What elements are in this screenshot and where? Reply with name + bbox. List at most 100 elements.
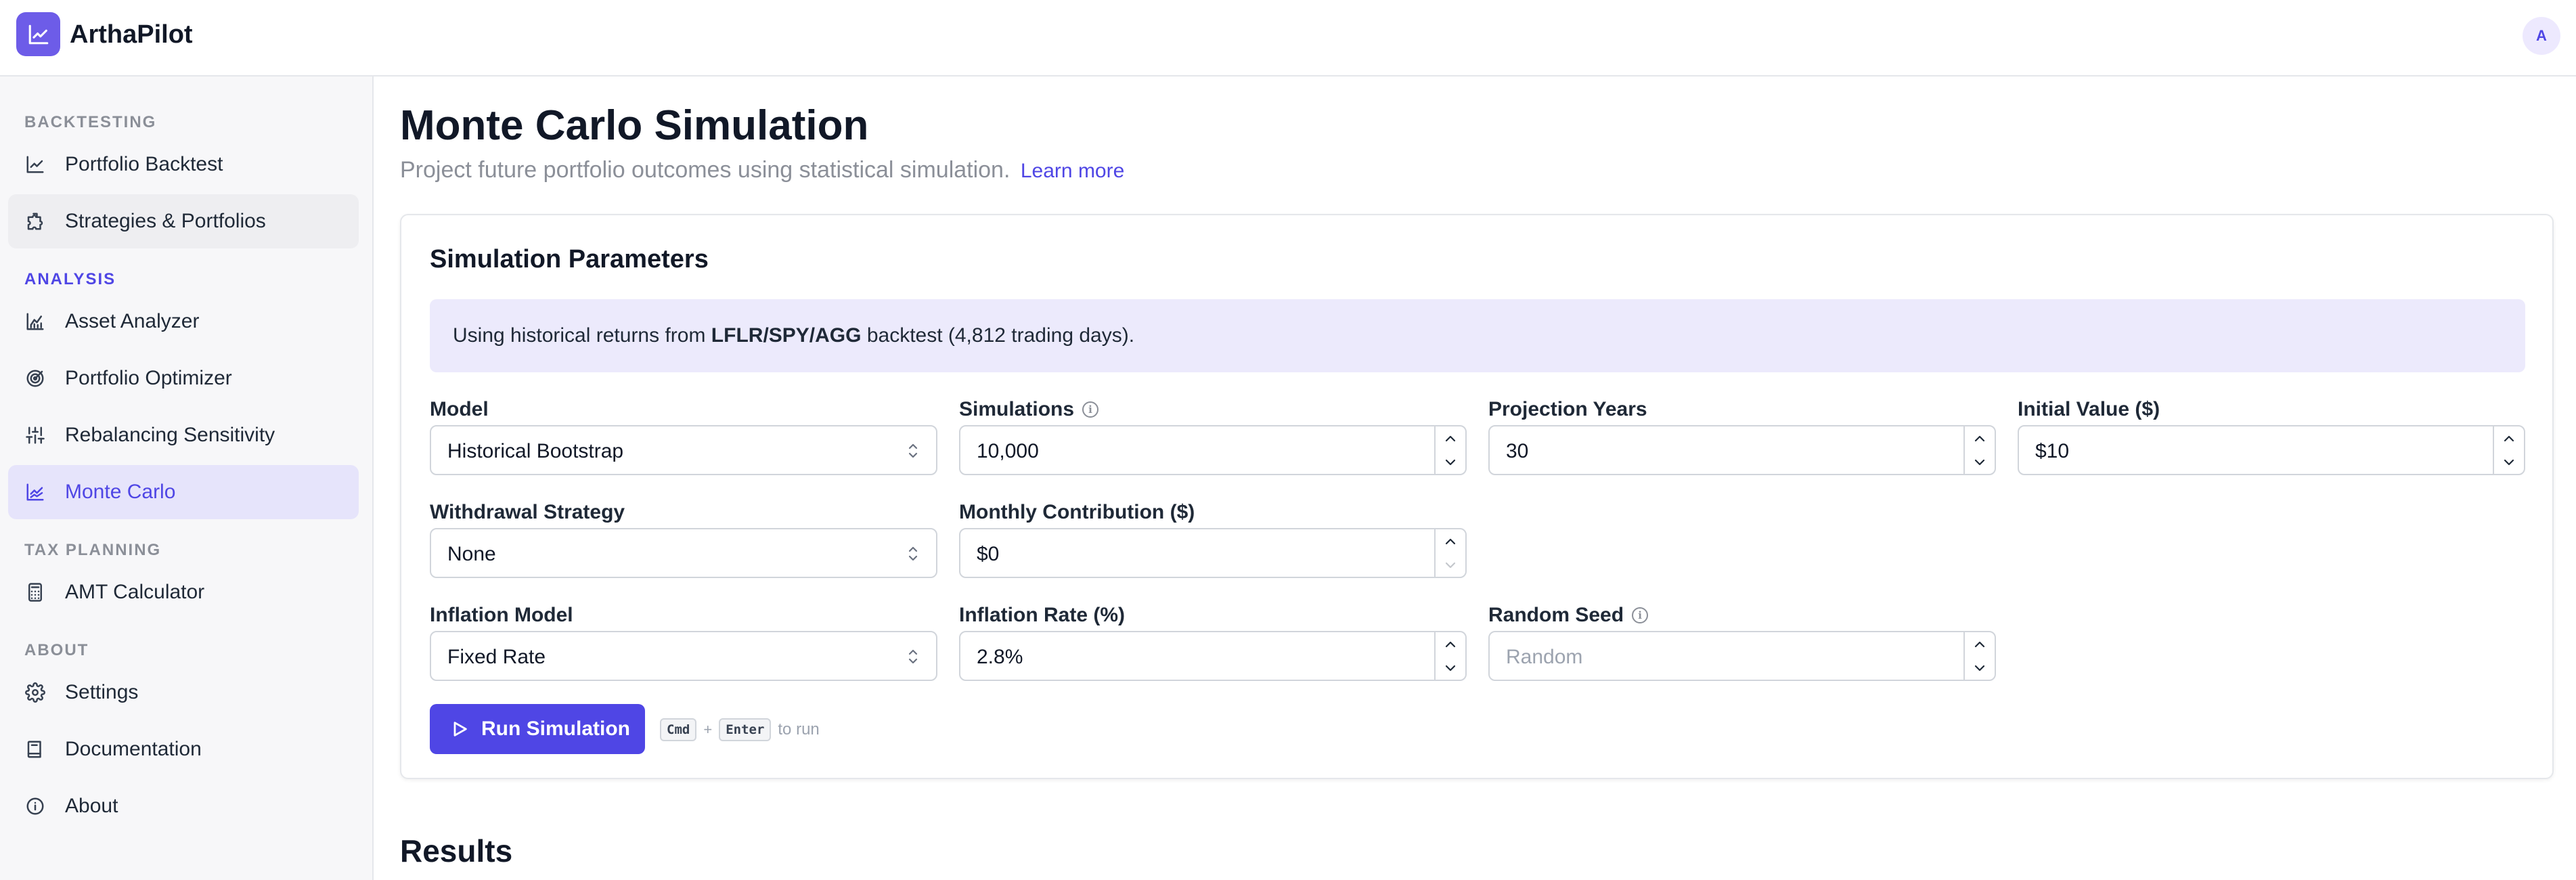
sidebar-item-portfolio-backtest[interactable]: Portfolio Backtest	[8, 137, 359, 192]
increment-icon[interactable]	[1436, 529, 1465, 553]
inflation-model-label: Inflation Model	[430, 604, 573, 627]
monthly-contribution-label: Monthly Contribution ($)	[959, 501, 1195, 524]
random-seed-input[interactable]: Random	[1488, 631, 1996, 681]
increment-icon[interactable]	[2494, 426, 2524, 450]
app-logo-icon[interactable]	[16, 12, 60, 56]
inflation-rate-input[interactable]: 2.8%	[959, 631, 1467, 681]
random-seed-placeholder: Random	[1506, 646, 1583, 668]
sidebar-item-portfolio-optimizer[interactable]: Portfolio Optimizer	[8, 351, 359, 405]
inflation-model-select[interactable]: Fixed Rate	[430, 631, 937, 681]
monthly-contribution-input[interactable]: $0	[959, 528, 1467, 578]
page-title: Monte Carlo Simulation	[400, 102, 869, 149]
random-seed-label: Random Seed i	[1488, 604, 1649, 627]
monthly-contribution-label-text: Monthly Contribution ($)	[959, 501, 1195, 523]
learn-more-link[interactable]: Learn more	[1021, 160, 1124, 182]
page-subtitle: Project future portfolio outcomes using …	[400, 157, 1124, 183]
monthly-contribution-stepper	[1434, 529, 1465, 577]
inflation-rate-label: Inflation Rate (%)	[959, 604, 1125, 627]
withdrawal-strategy-value: None	[447, 543, 496, 565]
initial-value-stepper	[2493, 426, 2524, 474]
initial-value-label: Initial Value ($)	[2018, 398, 2160, 421]
simulations-value: 10,000	[977, 440, 1039, 462]
random-seed-label-text: Random Seed	[1488, 604, 1624, 626]
results-heading: Results	[400, 833, 513, 868]
sliders-icon	[24, 424, 46, 446]
model-label: Model	[430, 398, 489, 421]
sidebar-section-tax-planning: TAX PLANNING	[24, 541, 162, 559]
info-icon[interactable]: i	[1082, 401, 1099, 418]
decrement-icon[interactable]	[1965, 450, 1995, 474]
initial-value-label-text: Initial Value ($)	[2018, 398, 2160, 420]
kbd-plus: +	[703, 721, 713, 738]
run-simulation-button[interactable]: Run Simulation	[430, 704, 645, 754]
model-select-value: Historical Bootstrap	[447, 440, 624, 462]
chevron-updown-icon	[908, 546, 918, 561]
sidebar-item-label: Asset Analyzer	[65, 310, 200, 332]
simulations-input[interactable]: 10,000	[959, 425, 1467, 475]
projection-years-input[interactable]: 30	[1488, 425, 1996, 475]
decrement-icon[interactable]	[1436, 553, 1465, 577]
play-icon	[453, 722, 467, 736]
decrement-icon[interactable]	[1965, 656, 1995, 680]
historical-returns-banner: Using historical returns from LFLR/SPY/A…	[430, 299, 2525, 372]
chevron-updown-icon	[908, 443, 918, 458]
sidebar-item-about[interactable]: About	[8, 779, 359, 833]
increment-icon[interactable]	[1436, 426, 1465, 450]
monthly-contribution-value: $0	[977, 543, 1000, 565]
sidebar-item-documentation[interactable]: Documentation	[8, 722, 359, 776]
app-title[interactable]: ArthaPilot	[70, 20, 193, 49]
projection-years-label-text: Projection Years	[1488, 398, 1647, 420]
decrement-icon[interactable]	[2494, 450, 2524, 474]
random-seed-stepper	[1963, 632, 1995, 680]
sidebar-section-backtesting: BACKTESTING	[24, 113, 157, 131]
target-icon	[24, 368, 46, 389]
model-select[interactable]: Historical Bootstrap	[430, 425, 937, 475]
inflation-model-value: Fixed Rate	[447, 646, 546, 668]
calculator-icon	[24, 581, 46, 603]
withdrawal-strategy-label-text: Withdrawal Strategy	[430, 501, 625, 523]
kbd-enter: Enter	[719, 718, 772, 741]
increment-icon[interactable]	[1965, 426, 1995, 450]
decrement-icon[interactable]	[1436, 656, 1465, 680]
page-subtitle-text: Project future portfolio outcomes using …	[400, 157, 1011, 183]
inflation-model-label-text: Inflation Model	[430, 604, 573, 626]
projection-years-value: 30	[1506, 440, 1529, 462]
info-icon	[24, 795, 46, 817]
sidebar-item-asset-analyzer[interactable]: Asset Analyzer	[8, 294, 359, 349]
sidebar-item-label: AMT Calculator	[65, 581, 205, 603]
sidebar-item-amt-calculator[interactable]: AMT Calculator	[8, 565, 359, 619]
sidebar-item-label: About	[65, 795, 118, 817]
sidebar-item-monte-carlo[interactable]: Monte Carlo	[8, 465, 359, 519]
increment-icon[interactable]	[1436, 632, 1465, 656]
increment-icon[interactable]	[1965, 632, 1995, 656]
simulations-label-text: Simulations	[959, 398, 1075, 420]
user-avatar[interactable]: A	[2523, 17, 2560, 55]
model-label-text: Model	[430, 398, 489, 420]
decrement-icon[interactable]	[1436, 450, 1465, 474]
withdrawal-strategy-select[interactable]: None	[430, 528, 937, 578]
info-icon[interactable]: i	[1632, 607, 1649, 623]
puzzle-icon	[24, 211, 46, 232]
sidebar-item-label: Portfolio Optimizer	[65, 367, 232, 389]
sidebar-item-label: Monte Carlo	[65, 481, 176, 503]
sidebar-item-settings[interactable]: Settings	[8, 665, 359, 720]
inflation-rate-label-text: Inflation Rate (%)	[959, 604, 1125, 626]
chevron-updown-icon	[908, 649, 918, 664]
sidebar-section-about: ABOUT	[24, 641, 89, 659]
banner-suffix: backtest (4,812 trading days).	[866, 324, 1135, 347]
projection-years-label: Projection Years	[1488, 398, 1647, 421]
kbd-cmd: Cmd	[660, 718, 697, 741]
banner-tickers: LFLR/SPY/AGG	[711, 324, 862, 347]
sidebar-item-label: Rebalancing Sensitivity	[65, 424, 275, 446]
sidebar-item-label: Portfolio Backtest	[65, 153, 223, 175]
run-simulation-label: Run Simulation	[481, 718, 630, 740]
sidebar-item-label: Documentation	[65, 738, 202, 760]
book-icon	[24, 739, 46, 760]
sidebar-item-rebalancing-sensitivity[interactable]: Rebalancing Sensitivity	[8, 408, 359, 462]
sidebar-item-strategies-portfolios[interactable]: Strategies & Portfolios	[8, 194, 359, 248]
initial-value-input[interactable]: $10	[2018, 425, 2525, 475]
initial-value-value: $10	[2035, 440, 2070, 462]
card-title: Simulation Parameters	[430, 245, 709, 273]
projection-years-stepper	[1963, 426, 1995, 474]
chart-line-icon	[24, 154, 46, 175]
